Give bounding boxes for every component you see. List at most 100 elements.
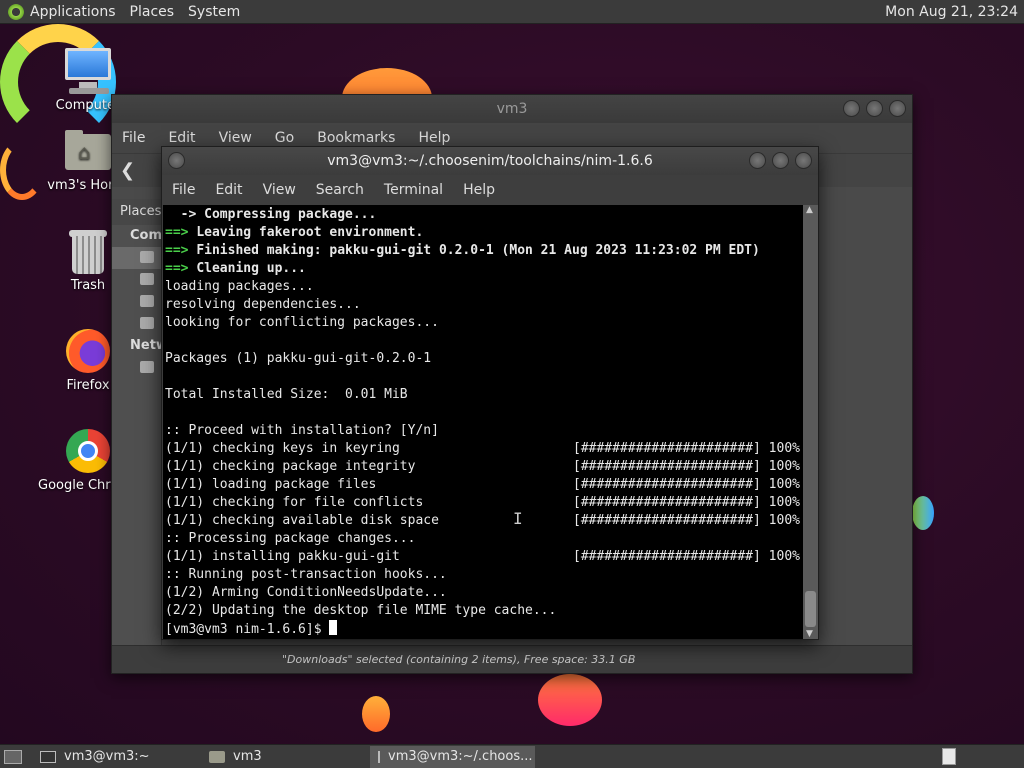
home-folder-icon xyxy=(209,750,225,763)
menu-edit[interactable]: Edit xyxy=(168,130,195,146)
terminal-line: (1/1) checking available disk space [####… xyxy=(163,512,804,530)
terminal-line: :: Processing package changes... xyxy=(165,531,416,546)
terminal-scrollbar[interactable]: ▲ ▼ xyxy=(803,205,818,639)
terminal-line: (1/1) loading package files [############… xyxy=(163,476,804,494)
bottom-panel: vm3@vm3:~ vm3 vm3@vm3:~/.choos... xyxy=(0,744,1024,768)
menu-places[interactable]: Places xyxy=(130,4,175,20)
close-button[interactable] xyxy=(795,152,812,169)
menu-bookmarks[interactable]: Bookmarks xyxy=(317,130,395,146)
menu-edit[interactable]: Edit xyxy=(215,182,242,198)
file-manager-titlebar[interactable]: vm3 xyxy=(112,95,912,123)
terminal-output[interactable]: -> Compressing package... ==> Leaving fak… xyxy=(163,205,804,639)
terminal-prompt-line[interactable]: [vm3@vm3 nim-1.6.6]$ xyxy=(163,620,804,638)
scrollbar-thumb[interactable] xyxy=(805,591,816,627)
terminal-line-text: (1/1) loading package files xyxy=(165,477,377,492)
wallpaper-shape-small xyxy=(362,696,390,732)
clock[interactable]: Mon Aug 21, 23:24 xyxy=(885,4,1018,20)
taskbar-item-terminal-home[interactable]: vm3@vm3:~ xyxy=(32,746,197,768)
places-sidebar: Places Computer Network xyxy=(112,199,202,645)
terminal-line: :: Proceed with installation? [Y/n] xyxy=(165,423,439,438)
terminal-line: Packages (1) pakku-gui-git-0.2.0-1 xyxy=(165,351,432,366)
terminal-line: ==> Leaving fakeroot environment. xyxy=(163,224,804,242)
taskbar-item-file-manager[interactable]: vm3 xyxy=(201,746,366,768)
terminal-line-text: Finished making: pakku-gui-git 0.2.0-1 (… xyxy=(196,243,760,258)
trash-applet-icon[interactable] xyxy=(942,748,956,765)
network-icon xyxy=(140,361,154,373)
close-button[interactable] xyxy=(889,100,906,117)
terminal-line-text: (1/1) checking for file conflicts xyxy=(165,495,424,510)
scroll-down-icon[interactable]: ▼ xyxy=(806,629,813,639)
terminal-line: (1/1) checking keys in keyring [#########… xyxy=(163,440,804,458)
sidebar-item[interactable] xyxy=(112,357,161,379)
maximize-button[interactable] xyxy=(772,152,789,169)
terminal-line: looking for conflicting packages... xyxy=(165,315,439,330)
window-menu-button[interactable] xyxy=(168,152,185,169)
menu-system[interactable]: System xyxy=(188,4,240,20)
terminal-line-text: Leaving fakeroot environment. xyxy=(196,225,424,240)
terminal-arrow: ==> xyxy=(165,243,197,258)
terminal-line: :: Running post-transaction hooks... xyxy=(165,567,447,582)
text-cursor-icon: I xyxy=(513,509,523,528)
window-title: vm3@vm3:~/.choosenim/toolchains/nim-1.6.… xyxy=(327,153,653,169)
chrome-icon xyxy=(63,426,113,476)
progress-bar-text: [######################] 100% xyxy=(573,513,800,528)
terminal-line: (2/2) Updating the desktop file MIME typ… xyxy=(165,603,557,618)
sidebar-header[interactable]: Places xyxy=(112,199,161,225)
terminal-line-text: (1/1) checking keys in keyring xyxy=(165,441,400,456)
minimize-button[interactable] xyxy=(749,152,766,169)
menu-view[interactable]: View xyxy=(219,130,252,146)
terminal-line: (1/1) installing pakku-gui-git [#########… xyxy=(163,548,804,566)
terminal-line: ==> Finished making: pakku-gui-git 0.2.0… xyxy=(163,242,804,260)
sidebar-section-computer: Computer xyxy=(112,225,202,247)
top-panel: Applications Places System Mon Aug 21, 2… xyxy=(0,0,1024,24)
terminal-icon xyxy=(378,750,380,763)
firefox-icon xyxy=(63,326,113,376)
terminal-arrow: ==> xyxy=(165,225,197,240)
terminal-line-text: Compressing package... xyxy=(204,207,377,222)
taskbar-label: vm3 xyxy=(233,749,262,764)
minimize-button[interactable] xyxy=(843,100,860,117)
sidebar-item[interactable] xyxy=(112,291,161,313)
menu-go[interactable]: Go xyxy=(275,130,294,146)
distro-logo-icon[interactable] xyxy=(8,3,24,20)
terminal-line: (1/1) checking for file conflicts [######… xyxy=(163,494,804,512)
terminal-line: loading packages... xyxy=(165,279,314,294)
menu-help[interactable]: Help xyxy=(463,182,495,198)
progress-bar-text: [######################] 100% xyxy=(573,477,800,492)
file-manager-statusbar: "Downloads" selected (containing 2 items… xyxy=(112,645,912,673)
computer-icon xyxy=(63,46,113,96)
terminal-line-text: (1/1) installing pakku-gui-git xyxy=(165,549,400,564)
terminal-titlebar[interactable]: vm3@vm3:~/.choosenim/toolchains/nim-1.6.… xyxy=(162,147,818,175)
terminal-line: (1/2) Arming ConditionNeedsUpdate... xyxy=(165,585,447,600)
show-desktop-icon[interactable] xyxy=(4,749,22,764)
menu-help[interactable]: Help xyxy=(418,130,450,146)
menu-search[interactable]: Search xyxy=(316,182,364,198)
menu-file[interactable]: File xyxy=(172,182,195,198)
back-arrow-icon[interactable]: ❮ xyxy=(120,160,135,181)
sidebar-item[interactable] xyxy=(112,247,161,269)
taskbar-item-terminal-nim[interactable]: vm3@vm3:~/.choos... xyxy=(370,745,535,768)
sidebar-item[interactable] xyxy=(112,313,161,335)
sidebar-item[interactable] xyxy=(112,269,161,291)
maximize-button[interactable] xyxy=(866,100,883,117)
scroll-up-icon[interactable]: ▲ xyxy=(806,205,813,215)
menu-view[interactable]: View xyxy=(263,182,296,198)
wallpaper-shape-pink xyxy=(538,674,602,726)
trash-icon xyxy=(140,317,154,329)
menu-file[interactable]: File xyxy=(122,130,145,146)
menu-terminal[interactable]: Terminal xyxy=(384,182,443,198)
progress-bar-text: [######################] 100% xyxy=(573,459,800,474)
terminal-menubar: File Edit View Search Terminal Help xyxy=(162,175,818,205)
terminal-line-text: (1/1) checking package integrity xyxy=(165,459,416,474)
terminal-arrow: ==> xyxy=(165,261,197,276)
drive-icon xyxy=(140,295,154,307)
folder-icon xyxy=(140,273,154,285)
wallpaper-shape-blue xyxy=(912,496,934,530)
terminal-icon xyxy=(40,750,56,763)
terminal-line: -> Compressing package... xyxy=(163,206,804,224)
menu-applications[interactable]: Applications xyxy=(30,4,116,20)
terminal-window[interactable]: vm3@vm3:~/.choosenim/toolchains/nim-1.6.… xyxy=(161,146,819,640)
terminal-line-text: Cleaning up... xyxy=(196,261,306,276)
